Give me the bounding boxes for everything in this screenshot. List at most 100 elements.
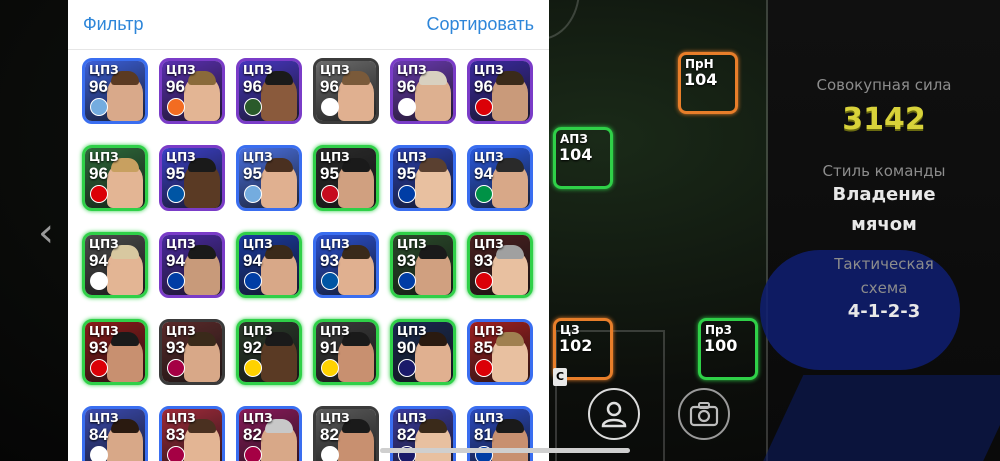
player-card[interactable]: ЦПЗ 93 bbox=[82, 319, 148, 385]
card-rating: 93 bbox=[89, 338, 108, 357]
club-badge-icon bbox=[475, 272, 493, 290]
team-style-label: Стиль команды bbox=[822, 162, 946, 180]
card-rating: 94 bbox=[474, 164, 493, 183]
chevron-left-icon[interactable]: ‹ bbox=[38, 210, 54, 256]
player-card[interactable]: ЦПЗ 96 bbox=[390, 58, 456, 124]
card-position: ЦПЗ bbox=[320, 324, 350, 338]
club-badge-icon bbox=[398, 98, 416, 116]
player-card[interactable]: ЦПЗ 96 bbox=[313, 58, 379, 124]
card-rating: 92 bbox=[243, 338, 262, 357]
card-position: ЦЗ bbox=[560, 323, 580, 337]
card-position: ЦПЗ bbox=[243, 324, 273, 338]
club-badge-icon bbox=[90, 98, 108, 116]
club-badge-icon bbox=[167, 98, 185, 116]
player-card[interactable]: ЦПЗ 94 bbox=[236, 232, 302, 298]
club-badge-icon bbox=[398, 272, 416, 290]
club-badge-icon bbox=[475, 98, 493, 116]
player-card[interactable]: ЦПЗ 93 bbox=[159, 319, 225, 385]
card-rating: 93 bbox=[320, 251, 339, 270]
player-card[interactable]: ЦПЗ 94 bbox=[82, 232, 148, 298]
club-badge-icon bbox=[244, 272, 262, 290]
player-card[interactable]: ЦПЗ 96 bbox=[236, 58, 302, 124]
player-card[interactable]: ЦПЗ 85 bbox=[467, 319, 533, 385]
player-card[interactable]: ЦПЗ 95 bbox=[236, 145, 302, 211]
player-card[interactable]: ЦПЗ 82 bbox=[313, 406, 379, 461]
player-card[interactable]: ЦПЗ 95 bbox=[159, 145, 225, 211]
club-badge-icon bbox=[244, 446, 262, 461]
club-badge-icon bbox=[167, 185, 185, 203]
player-card[interactable]: ЦПЗ 93 bbox=[467, 232, 533, 298]
card-rating: 96 bbox=[243, 77, 262, 96]
club-badge-icon bbox=[321, 272, 339, 290]
tactic-label-line1: Тактическая bbox=[834, 255, 934, 273]
card-position: ЦПЗ bbox=[474, 150, 504, 164]
game-screen: Совокупная сила 3142 Стиль команды Владе… bbox=[0, 0, 1000, 461]
player-card[interactable]: ЦПЗ 94 bbox=[467, 145, 533, 211]
card-rating: 82 bbox=[320, 425, 339, 444]
player-card[interactable]: ЦПЗ 96 bbox=[467, 58, 533, 124]
player-list-header: Фильтр Сортировать bbox=[68, 0, 549, 50]
card-position: ЦПЗ bbox=[166, 324, 196, 338]
player-card[interactable]: ЦПЗ 93 bbox=[313, 232, 379, 298]
player-card[interactable]: ЦПЗ 94 bbox=[159, 232, 225, 298]
player-card[interactable]: ЦПЗ 93 bbox=[390, 232, 456, 298]
user-icon bbox=[601, 401, 627, 428]
card-rating: 95 bbox=[320, 164, 339, 183]
club-badge-icon bbox=[475, 359, 493, 377]
pitch-player-card[interactable]: Пр3 100 bbox=[698, 318, 758, 380]
card-position: ЦПЗ bbox=[166, 237, 196, 251]
card-rating: 96 bbox=[89, 164, 108, 183]
club-badge-icon bbox=[167, 272, 185, 290]
camera-icon bbox=[689, 402, 719, 427]
pitch-player-card[interactable]: АПЗ 104 bbox=[553, 127, 613, 189]
card-rating: 95 bbox=[166, 164, 185, 183]
team-style-value-line1: Владение bbox=[832, 184, 936, 205]
card-position: ЦПЗ bbox=[320, 63, 350, 77]
player-card[interactable]: ЦПЗ 96 bbox=[159, 58, 225, 124]
card-position: ЦПЗ bbox=[397, 150, 427, 164]
card-position: ЦПЗ bbox=[397, 63, 427, 77]
player-card[interactable]: ЦПЗ 90 bbox=[390, 319, 456, 385]
card-rating: 85 bbox=[474, 338, 493, 357]
club-badge-icon bbox=[90, 272, 108, 290]
club-badge-icon bbox=[90, 446, 108, 461]
club-badge-icon bbox=[398, 185, 416, 203]
card-rating: 84 bbox=[89, 425, 108, 444]
player-card[interactable]: ЦПЗ 84 bbox=[82, 406, 148, 461]
card-rating: 82 bbox=[397, 425, 416, 444]
club-badge-icon bbox=[167, 359, 185, 377]
card-position: АПЗ bbox=[560, 132, 588, 146]
card-position: ЦПЗ bbox=[243, 237, 273, 251]
card-position: Пр3 bbox=[705, 323, 732, 337]
card-rating: 91 bbox=[320, 338, 339, 357]
card-rating: 102 bbox=[559, 336, 593, 355]
card-position: ЦПЗ bbox=[243, 411, 273, 425]
card-rating: 93 bbox=[397, 251, 416, 270]
card-rating: 83 bbox=[166, 425, 185, 444]
player-card[interactable]: ЦПЗ 83 bbox=[159, 406, 225, 461]
player-card[interactable]: ЦПЗ 82 bbox=[236, 406, 302, 461]
card-rating: 96 bbox=[474, 77, 493, 96]
home-indicator[interactable] bbox=[380, 448, 630, 453]
club-badge-icon bbox=[244, 98, 262, 116]
player-profile-button[interactable] bbox=[588, 388, 640, 440]
player-card[interactable]: ЦПЗ 92 bbox=[236, 319, 302, 385]
captain-tag: C bbox=[553, 368, 567, 386]
card-position: ЦПЗ bbox=[89, 237, 119, 251]
card-position: ЦПЗ bbox=[243, 63, 273, 77]
player-card[interactable]: ЦПЗ 95 bbox=[390, 145, 456, 211]
player-card[interactable]: ЦПЗ 91 bbox=[313, 319, 379, 385]
player-card[interactable]: ЦПЗ 96 bbox=[82, 58, 148, 124]
card-position: ЦПЗ bbox=[474, 63, 504, 77]
player-card[interactable]: ЦПЗ 96 bbox=[82, 145, 148, 211]
card-position: ЦПЗ bbox=[397, 237, 427, 251]
sort-button[interactable]: Сортировать bbox=[426, 14, 534, 35]
player-list-panel: Фильтр Сортировать ЦПЗ 96 ЦПЗ 96 ЦПЗ 96 ЦПЗ 96 Ц… bbox=[68, 0, 549, 461]
pitch-player-card[interactable]: ПрН 104 bbox=[678, 52, 738, 114]
camera-button[interactable] bbox=[678, 388, 730, 440]
filter-button[interactable]: Фильтр bbox=[83, 14, 143, 35]
player-card[interactable]: ЦПЗ 95 bbox=[313, 145, 379, 211]
card-rating: 94 bbox=[243, 251, 262, 270]
card-rating: 82 bbox=[243, 425, 262, 444]
card-rating: 96 bbox=[320, 77, 339, 96]
